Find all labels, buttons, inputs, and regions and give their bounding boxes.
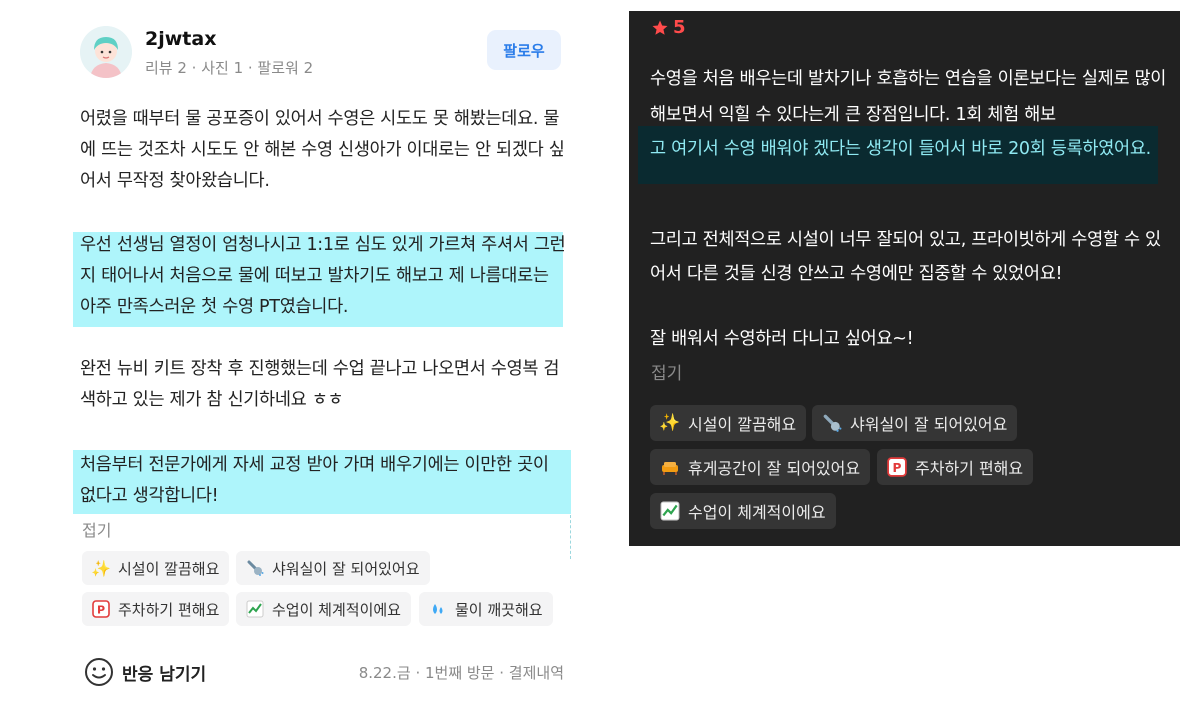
keyword-label: 주차하기 편해요 bbox=[915, 459, 1024, 478]
avatar[interactable] bbox=[80, 26, 132, 78]
shower-icon bbox=[821, 412, 843, 434]
smiley-icon bbox=[85, 658, 113, 686]
keyword-label: 물이 깨끗해요 bbox=[455, 600, 543, 619]
keyword-chip-lounge[interactable]: 휴게공간이 잘 되어있어요 bbox=[650, 449, 871, 485]
review-paragraph-2: 우선 선생님 열정이 엄청나시고 1:1로 심도 있게 가르쳐 주셔서 그런지 … bbox=[80, 235, 566, 317]
follow-button[interactable]: 팔로우 bbox=[487, 30, 561, 70]
review-card-right: 5 수영을 처음 배우는데 발차기나 호흡하는 연습을 이론보다는 실제로 많이… bbox=[629, 11, 1180, 546]
keyword-chip-shower[interactable]: 샤워실이 잘 되어있어요 bbox=[812, 405, 1018, 441]
review-paragraph-1: 어렸을 때부터 물 공포증이 있어서 수영은 시도도 못 해봤는데요. 물에 뜨… bbox=[80, 109, 565, 191]
keyword-chip-systematic-class[interactable]: 수업이 체계적이에요 bbox=[236, 592, 411, 626]
user-name[interactable]: 2jwtax bbox=[145, 28, 216, 50]
rating-value: 5 bbox=[673, 17, 686, 38]
keyword-label: 수업이 체계적이에요 bbox=[688, 503, 826, 522]
keyword-label: 휴게공간이 잘 되어있어요 bbox=[688, 459, 861, 478]
selection-edge bbox=[570, 515, 571, 559]
fold-link[interactable]: 접기 bbox=[82, 517, 111, 541]
user-stats: 리뷰 2 · 사진 1 · 팔로워 2 bbox=[145, 59, 314, 77]
review-paragraph-1a: 수영을 처음 배우는데 발차기나 호흡하는 연습을 이론보다는 실제로 많이 해… bbox=[650, 69, 1167, 125]
review-card-left: 2jwtax 리뷰 2 · 사진 1 · 팔로워 2 팔로우 어렸을 때부터 물… bbox=[60, 12, 580, 702]
parking-icon: P bbox=[886, 456, 908, 478]
sofa-icon bbox=[659, 456, 681, 478]
keyword-chip-clean-water[interactable]: 물이 깨끗해요 bbox=[419, 592, 553, 626]
sparkles-icon: ✨ bbox=[659, 413, 681, 433]
droplets-icon bbox=[427, 598, 449, 620]
chart-up-icon bbox=[659, 500, 681, 522]
keyword-chip-clean-facility[interactable]: ✨ 시설이 깔끔해요 bbox=[82, 551, 230, 585]
fold-link[interactable]: 접기 bbox=[651, 359, 682, 384]
star-icon bbox=[652, 20, 668, 35]
leave-reaction-button[interactable]: 반응 남기기 bbox=[84, 657, 206, 687]
keyword-label: 시설이 깔끔해요 bbox=[118, 559, 220, 578]
review-paragraph-3: 잘 배워서 수영하러 다니고 싶어요~! bbox=[650, 329, 914, 349]
svg-text:P: P bbox=[97, 604, 105, 617]
keyword-chip-parking[interactable]: P 주차하기 편해요 bbox=[82, 592, 230, 626]
keyword-label: 주차하기 편해요 bbox=[118, 600, 220, 619]
chart-up-icon bbox=[244, 598, 266, 620]
keyword-chip-clean-facility[interactable]: ✨ 시설이 깔끔해요 bbox=[650, 405, 807, 441]
keyword-label: 수업이 체계적이에요 bbox=[272, 600, 401, 619]
rating: 5 bbox=[651, 17, 686, 38]
shower-icon bbox=[244, 557, 266, 579]
keyword-label: 샤워실이 잘 되어있어요 bbox=[850, 415, 1008, 434]
keyword-chip-shower[interactable]: 샤워실이 잘 되어있어요 bbox=[236, 551, 430, 585]
review-paragraph-4: 처음부터 전문가에게 자세 교정 받아 가며 배우기에는 이만한 곳이 없다고 … bbox=[80, 455, 549, 506]
leave-reaction-label: 반응 남기기 bbox=[122, 664, 207, 685]
keyword-chip-parking[interactable]: P 주차하기 편해요 bbox=[877, 449, 1034, 485]
sparkles-icon: ✨ bbox=[91, 558, 111, 578]
keyword-label: 샤워실이 잘 되어있어요 bbox=[272, 559, 420, 578]
review-paragraph-1b: 고 여기서 수영 배워야 겠다는 생각이 들어서 바로 20회 등록하였어요. bbox=[650, 139, 1151, 159]
visit-meta[interactable]: 8.22.금 · 1번째 방문 · 결제내역 bbox=[359, 662, 564, 683]
keyword-label: 시설이 깔끔해요 bbox=[688, 415, 797, 434]
parking-icon: P bbox=[90, 598, 112, 620]
svg-text:P: P bbox=[893, 461, 902, 475]
review-paragraph-3: 완전 뉴비 키트 장착 후 진행했는데 수업 끝나고 나오면서 수영복 검색하고… bbox=[80, 359, 560, 410]
keyword-chip-systematic-class[interactable]: 수업이 체계적이에요 bbox=[650, 493, 836, 529]
review-paragraph-2: 그리고 전체적으로 시설이 너무 잘되어 있고, 프라이빗하게 수영할 수 있어… bbox=[650, 230, 1161, 284]
